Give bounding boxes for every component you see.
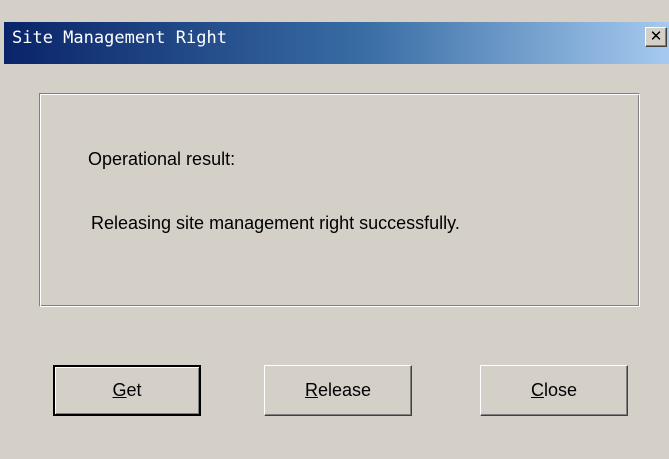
release-button-mnemonic: R (304, 380, 318, 400)
result-group-box (39, 93, 640, 307)
close-button-mnemonic: C (530, 380, 544, 400)
dialog-window: Site Management Right ✕ Operational resu… (0, 0, 669, 459)
close-window-button[interactable]: ✕ (645, 27, 667, 47)
release-button[interactable]: Release (264, 365, 412, 416)
close-button-label: lose (543, 380, 578, 400)
result-label: Operational result: (88, 149, 236, 169)
release-button-label: elease (317, 380, 372, 400)
close-icon: ✕ (649, 27, 663, 45)
get-button-label: et (126, 380, 142, 400)
close-button[interactable]: Close (480, 365, 628, 416)
window-title: Site Management Right (12, 28, 227, 48)
get-button-mnemonic: G (112, 380, 127, 400)
get-button[interactable]: Get (53, 365, 201, 416)
result-message: Releasing site management right successf… (91, 213, 460, 233)
